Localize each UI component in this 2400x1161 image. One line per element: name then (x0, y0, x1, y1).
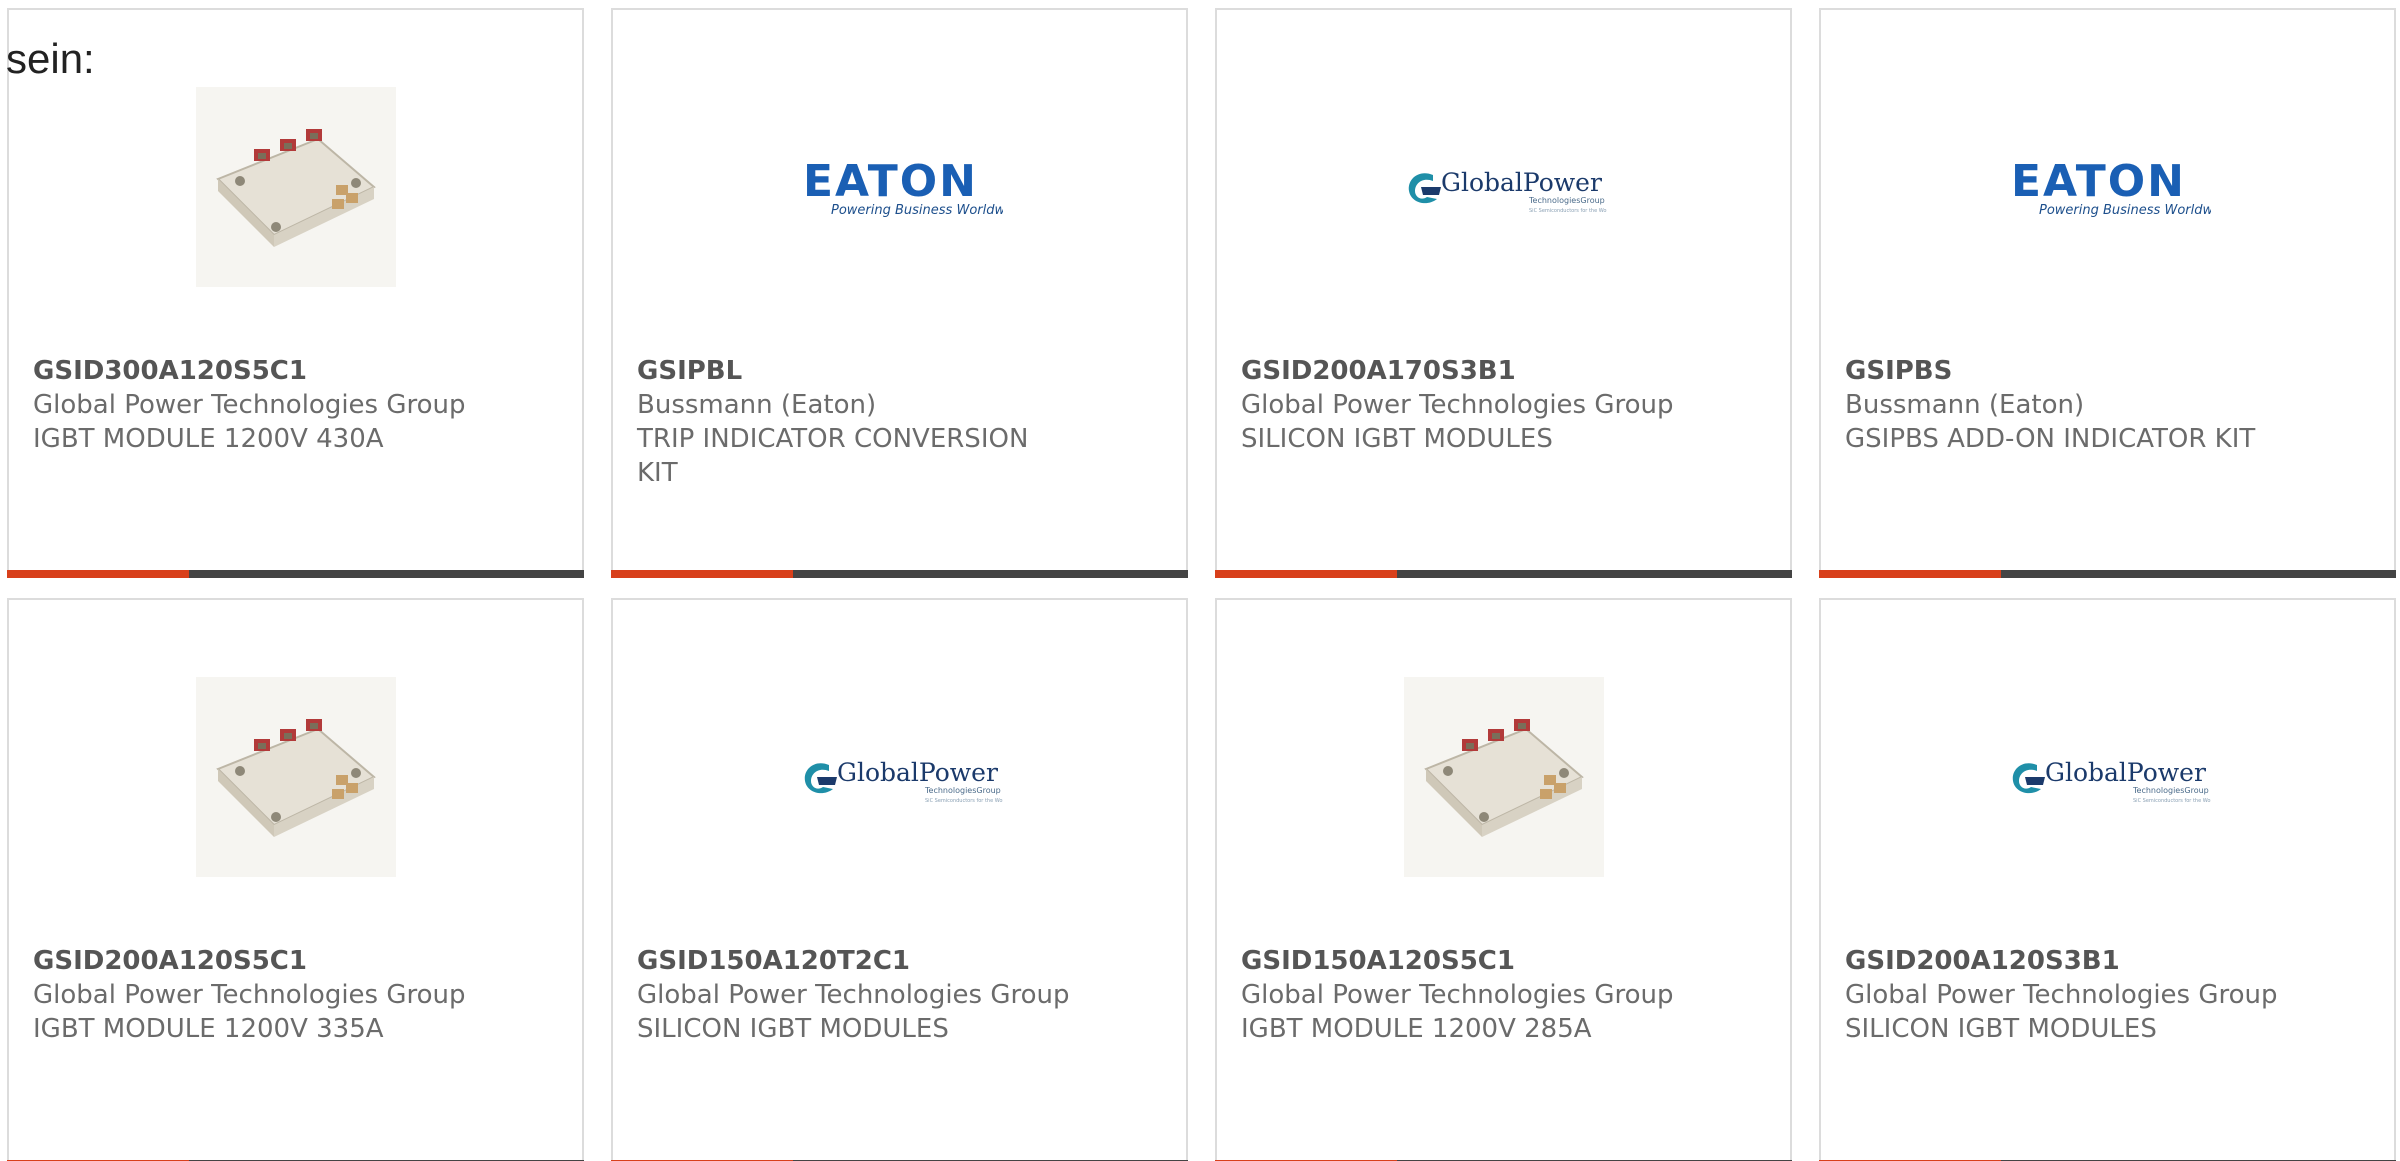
svg-text:GlobalPower: GlobalPower (837, 758, 998, 787)
card-accent-bar (1215, 570, 1397, 578)
product-description: IGBT MODULE 1200V 335A (33, 1014, 384, 1044)
product-info: GSID200A170S3B1 Global Power Technologie… (1241, 354, 1766, 456)
product-card[interactable]: GSID200A120S5C1 Global Power Technologie… (7, 598, 584, 1161)
product-description: IGBT MODULE 1200V 285A (1241, 1014, 1592, 1044)
manufacturer-name: Global Power Technologies Group (33, 980, 466, 1010)
product-image-area[interactable] (9, 82, 582, 292)
manufacturer-name: Global Power Technologies Group (1845, 980, 2278, 1010)
product-info: GSID200A120S5C1 Global Power Technologie… (33, 944, 558, 1046)
intro-text: sein: (6, 35, 95, 82)
part-number-link[interactable]: GSIPBL (637, 354, 1162, 388)
card-bottom-bar (1215, 570, 1792, 578)
product-info: GSID300A120S5C1 Global Power Technologie… (33, 354, 558, 456)
product-info: GSIPBL Bussmann (Eaton) TRIP INDICATOR C… (637, 354, 1162, 490)
svg-text:TechnologiesGroup: TechnologiesGroup (2132, 786, 2209, 795)
svg-text:SiC Semiconductors for the Wor: SiC Semiconductors for the World (925, 798, 1003, 804)
svg-text:SiC Semiconductors for the Wor: SiC Semiconductors for the World (1529, 208, 1607, 214)
product-info: GSID200A120S3B1 Global Power Technologie… (1845, 944, 2370, 1046)
svg-text:EATON: EATON (803, 156, 978, 207)
product-grid-page: sein: GSID300A120S5C1 Global Power Techn… (0, 0, 2400, 1161)
part-number-link[interactable]: GSID200A120S3B1 (1845, 944, 2370, 978)
svg-text:Powering Business Worldwide: Powering Business Worldwide (831, 203, 1003, 218)
igbt-module-image[interactable] (195, 87, 396, 287)
product-image-area[interactable] (1217, 672, 1790, 882)
globalpower-logo[interactable]: GlobalPower TechnologiesGroup SiC Semicond… (2005, 747, 2211, 807)
product-card[interactable]: GSID300A120S5C1 Global Power Technologie… (7, 8, 584, 578)
manufacturer-name: Global Power Technologies Group (1241, 980, 1674, 1010)
part-number-link[interactable]: GSIPBS (1845, 354, 2370, 388)
product-image-area[interactable]: EATONPowering Business Worldwide (613, 82, 1186, 292)
manufacturer-name: Bussmann (Eaton) (1845, 390, 2085, 420)
globalpower-logo[interactable]: GlobalPower TechnologiesGroup SiC Semicond… (797, 747, 1003, 807)
product-card[interactable]: EATONPowering Business Worldwide GSIPBL … (611, 8, 1188, 578)
product-description: IGBT MODULE 1200V 430A (33, 424, 384, 454)
card-bottom-bar (7, 570, 584, 578)
product-card[interactable]: GlobalPower TechnologiesGroup SiC Semicond… (1215, 8, 1792, 578)
globalpower-logo[interactable]: GlobalPower TechnologiesGroup SiC Semicond… (1401, 157, 1607, 217)
card-bottom-bar (1819, 570, 2396, 578)
svg-text:TechnologiesGroup: TechnologiesGroup (924, 786, 1001, 795)
svg-text:GlobalPower: GlobalPower (1441, 168, 1602, 197)
product-card[interactable]: GlobalPower TechnologiesGroup SiC Semicond… (1819, 598, 2396, 1161)
product-image-area[interactable]: GlobalPower TechnologiesGroup SiC Semicond… (613, 672, 1186, 882)
part-number-link[interactable]: GSID200A120S5C1 (33, 944, 558, 978)
part-number-link[interactable]: GSID200A170S3B1 (1241, 354, 1766, 388)
product-description: SILICON IGBT MODULES (1241, 424, 1553, 454)
part-number-link[interactable]: GSID150A120T2C1 (637, 944, 1162, 978)
manufacturer-name: Bussmann (Eaton) (637, 390, 877, 420)
igbt-module-image[interactable] (1403, 677, 1604, 877)
manufacturer-name: Global Power Technologies Group (637, 980, 1070, 1010)
card-bottom-bar (611, 570, 1188, 578)
igbt-module-image[interactable] (195, 677, 396, 877)
product-image-area[interactable]: GlobalPower TechnologiesGroup SiC Semicond… (1821, 672, 2394, 882)
svg-text:GlobalPower: GlobalPower (2045, 758, 2206, 787)
svg-text:SiC Semiconductors for the Wor: SiC Semiconductors for the World (2133, 798, 2211, 804)
product-image-area[interactable] (9, 672, 582, 882)
card-accent-bar (1819, 570, 2001, 578)
product-info: GSID150A120T2C1 Global Power Technologie… (637, 944, 1162, 1046)
svg-text:EATON: EATON (2011, 156, 2186, 207)
product-info: GSIPBS Bussmann (Eaton) GSIPBS ADD-ON IN… (1845, 354, 2370, 456)
product-card[interactable]: GlobalPower TechnologiesGroup SiC Semicond… (611, 598, 1188, 1161)
product-description: GSIPBS ADD-ON INDICATOR KIT (1845, 424, 2256, 454)
eaton-logo[interactable]: EATONPowering Business Worldwide (796, 152, 1003, 222)
product-image-area[interactable]: GlobalPower TechnologiesGroup SiC Semicond… (1217, 82, 1790, 292)
product-card[interactable]: EATONPowering Business Worldwide GSIPBS … (1819, 8, 2396, 578)
product-info: GSID150A120S5C1 Global Power Technologie… (1241, 944, 1766, 1046)
manufacturer-name: Global Power Technologies Group (33, 390, 466, 420)
product-card[interactable]: GSID150A120S5C1 Global Power Technologie… (1215, 598, 1792, 1161)
card-accent-bar (611, 570, 793, 578)
product-image-area[interactable]: EATONPowering Business Worldwide (1821, 82, 2394, 292)
product-description: SILICON IGBT MODULES (637, 1014, 949, 1044)
card-accent-bar (7, 570, 189, 578)
part-number-link[interactable]: GSID300A120S5C1 (33, 354, 558, 388)
manufacturer-name: Global Power Technologies Group (1241, 390, 1674, 420)
eaton-logo[interactable]: EATONPowering Business Worldwide (2004, 152, 2211, 222)
svg-text:TechnologiesGroup: TechnologiesGroup (1528, 196, 1605, 205)
svg-text:Powering Business Worldwide: Powering Business Worldwide (2039, 203, 2211, 218)
product-description: TRIP INDICATOR CONVERSION KIT (637, 424, 1029, 488)
product-description: SILICON IGBT MODULES (1845, 1014, 2157, 1044)
part-number-link[interactable]: GSID150A120S5C1 (1241, 944, 1766, 978)
